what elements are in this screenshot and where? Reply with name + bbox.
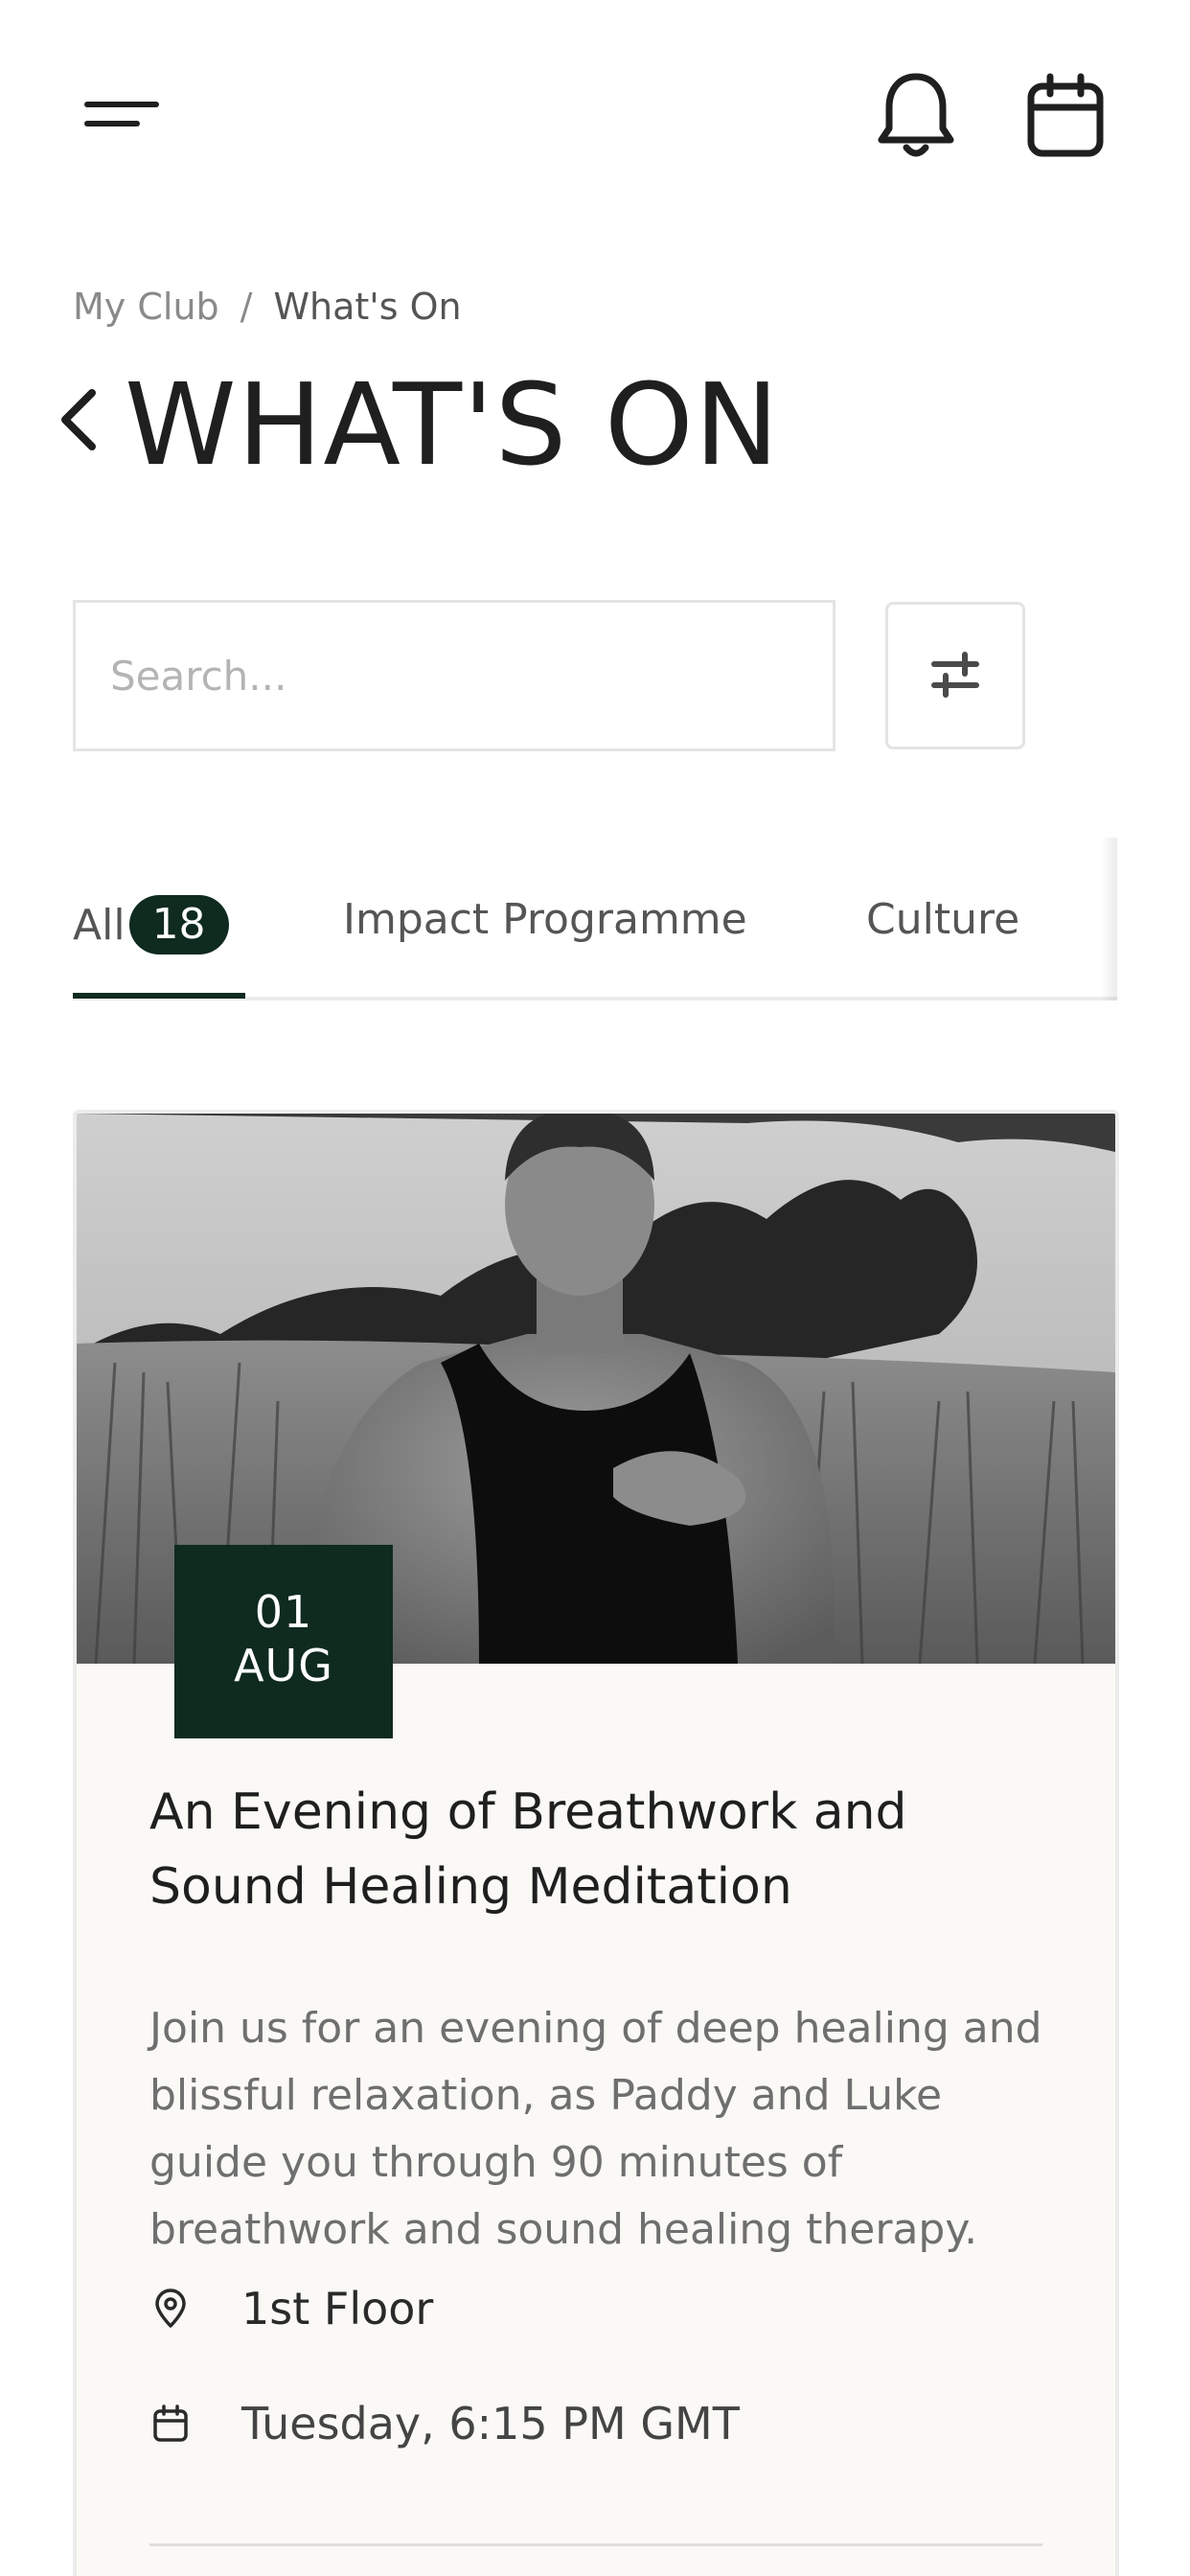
event-description: Join us for an evening of deep healing a… <box>149 2004 1042 2254</box>
tab-culture[interactable]: Culture <box>866 895 1019 944</box>
filter-button[interactable] <box>885 602 1025 749</box>
bell-icon[interactable] <box>874 69 958 161</box>
event-date-month: AUG <box>234 1640 333 1691</box>
card-divider <box>149 2543 1042 2546</box>
tab-all-label: All <box>73 900 126 950</box>
tab-active-indicator <box>73 993 245 999</box>
event-card[interactable]: 01 AUG An Evening of Breathwork and Soun… <box>73 1110 1119 2576</box>
sliders-icon <box>931 652 979 698</box>
breadcrumb: My Club / What's On <box>73 286 462 328</box>
tab-impact-programme[interactable]: Impact Programme <box>343 895 747 944</box>
event-time-text: Tuesday, 6:15 PM GMT <box>241 2398 740 2450</box>
breadcrumb-separator: / <box>240 286 253 328</box>
page-title: WHAT'S ON <box>125 358 781 491</box>
breadcrumb-my-club[interactable]: My Club <box>73 286 219 328</box>
tab-all[interactable]: All 18 <box>73 895 229 954</box>
search-input[interactable] <box>73 600 835 751</box>
event-location-text: 1st Floor <box>241 2283 434 2334</box>
calendar-icon <box>153 2404 188 2442</box>
map-pin-icon <box>155 2288 186 2328</box>
breadcrumb-current: What's On <box>273 286 462 328</box>
event-time: Tuesday, 6:15 PM GMT <box>149 2398 740 2450</box>
event-date-badge: 01 AUG <box>174 1545 393 1738</box>
tab-all-count-badge: 18 <box>128 895 229 954</box>
event-date-day: 01 <box>254 1586 313 1638</box>
calendar-icon[interactable] <box>1023 73 1108 159</box>
chevron-left-icon[interactable] <box>54 385 103 454</box>
category-tabs: All 18 Impact Programme Culture <box>73 838 1117 1000</box>
tabs-scroll-fade <box>1100 838 1117 1000</box>
tab-culture-label: Culture <box>866 895 1020 944</box>
event-title[interactable]: An Evening of Breathwork and Sound Heali… <box>149 1775 1050 1924</box>
menu-icon[interactable] <box>77 96 165 138</box>
event-location: 1st Floor <box>149 2283 433 2334</box>
tab-impact-label: Impact Programme <box>343 895 747 944</box>
